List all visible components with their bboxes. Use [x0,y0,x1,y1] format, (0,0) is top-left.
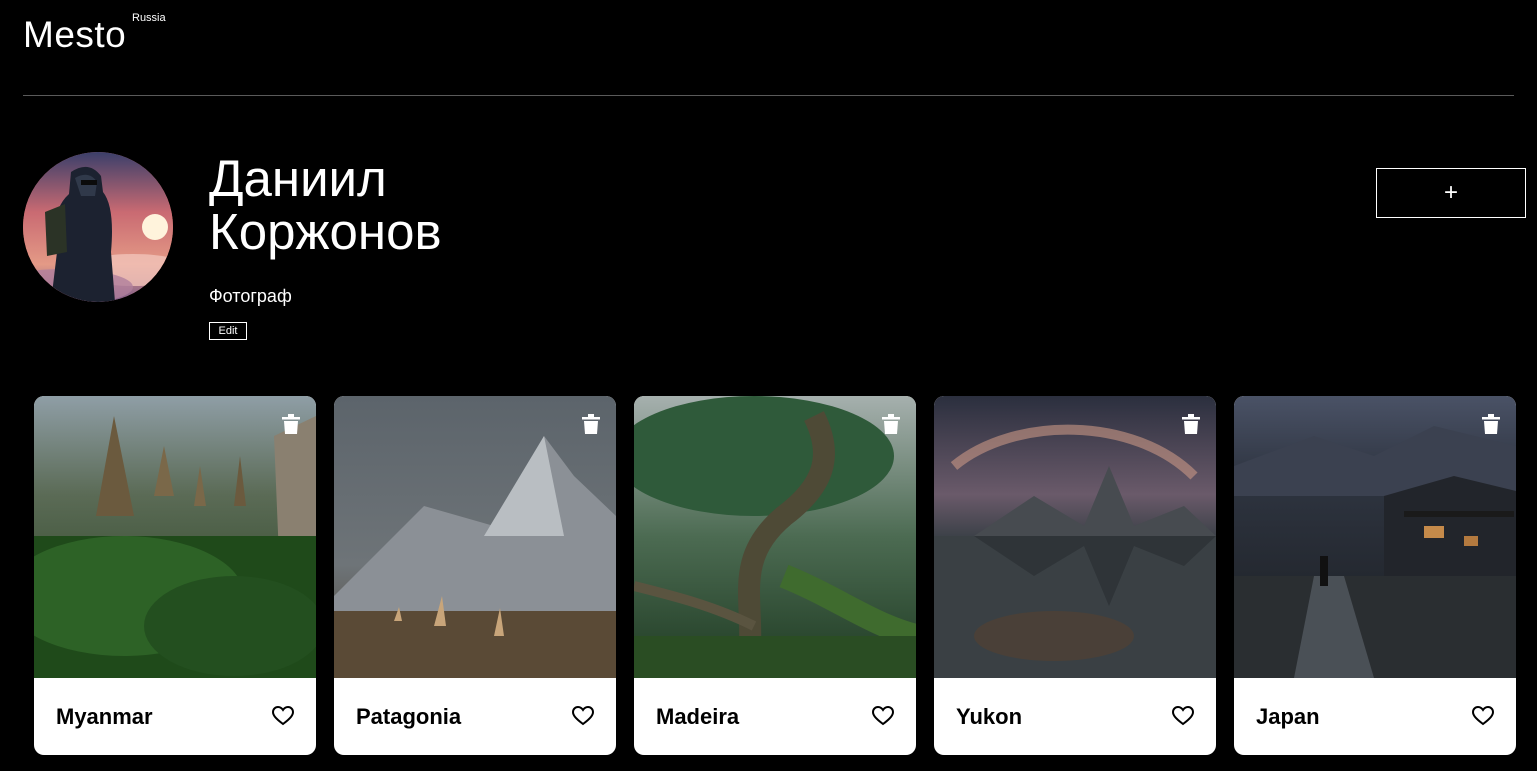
logo-region: Russia [132,12,166,24]
card-footer: Madeira [634,678,916,755]
trash-icon[interactable] [1182,414,1200,434]
card: Myanmar [34,396,316,755]
edit-profile-button[interactable]: Edit [209,322,247,340]
heart-icon[interactable] [1472,706,1494,726]
add-card-button[interactable]: + [1376,168,1526,218]
card-title: Madeira [656,704,740,729]
site-header: Mesto Russia [23,0,1514,96]
card-footer: Japan [1234,678,1516,755]
heart-icon[interactable] [572,706,594,726]
trash-icon[interactable] [1482,414,1500,434]
card-image[interactable] [334,396,616,678]
logo: Mesto [23,14,127,55]
profile-job: Фотограф [209,286,292,306]
trash-icon[interactable] [582,414,600,434]
card-image[interactable] [1234,396,1516,678]
trash-icon[interactable] [882,414,900,434]
card-title: Patagonia [356,704,462,729]
card-title: Yukon [956,704,1023,729]
card-footer: Myanmar [34,678,316,755]
trash-icon[interactable] [282,414,300,434]
card-image[interactable] [934,396,1216,678]
profile-section: Даниил Коржонов Фотограф Edit + [0,96,1537,396]
avatar[interactable] [23,152,173,302]
card-title: Japan [1256,704,1320,729]
card-footer: Patagonia [334,678,616,755]
card-image[interactable] [34,396,316,678]
cards-grid: Myanmar Patagonia Madeira Yukon Japan [34,396,1516,755]
card-title: Myanmar [56,704,153,729]
card: Yukon [934,396,1216,755]
heart-icon[interactable] [1172,706,1194,726]
card: Madeira [634,396,916,755]
profile-name: Даниил Коржонов [209,150,442,260]
avatar-image [23,152,173,302]
card: Patagonia [334,396,616,755]
heart-icon[interactable] [872,706,894,726]
card-image[interactable] [634,396,916,678]
heart-icon[interactable] [272,706,294,726]
card-footer: Yukon [934,678,1216,755]
card: Japan [1234,396,1516,755]
